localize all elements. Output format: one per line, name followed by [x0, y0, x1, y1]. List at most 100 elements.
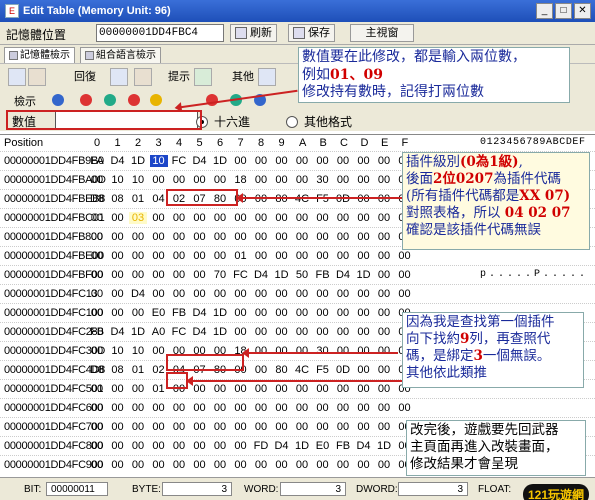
hex-cell[interactable]: 00 — [375, 383, 393, 395]
hex-cell[interactable]: 00 — [355, 174, 373, 186]
hex-cell[interactable]: 00 — [314, 231, 332, 243]
hex-cell[interactable]: 00 — [109, 250, 127, 262]
hex-cell[interactable]: 00 — [314, 459, 332, 471]
minimize-button[interactable]: _ — [536, 3, 553, 19]
hex-cell[interactable]: 00 — [273, 383, 291, 395]
hex-cell[interactable]: 00 — [88, 174, 106, 186]
hex-cell[interactable]: 00 — [88, 231, 106, 243]
hex-cell[interactable]: 00 — [293, 174, 311, 186]
hex-cell[interactable]: 00 — [129, 459, 147, 471]
hex-cell[interactable]: 00 — [293, 250, 311, 262]
hex-cell[interactable]: 00 — [252, 250, 270, 262]
hex-cell[interactable]: 10 — [129, 345, 147, 357]
hex-cell[interactable]: 00 — [252, 174, 270, 186]
hex-cell[interactable]: 30 — [314, 345, 332, 357]
hex-cell[interactable]: 00 — [355, 421, 373, 433]
hex-cell[interactable]: 1D — [355, 269, 373, 281]
hex-cell[interactable]: 00 — [88, 383, 106, 395]
hex-cell[interactable]: 70 — [211, 269, 229, 281]
hex-cell[interactable]: 00 — [293, 212, 311, 224]
tool-icon-2[interactable] — [28, 68, 46, 86]
hint-button[interactable]: 提示 — [168, 69, 190, 85]
address-input[interactable]: 00000001DD4FBC4 — [96, 24, 224, 42]
hex-cell[interactable]: 00 — [293, 288, 311, 300]
hex-cell[interactable]: 00 — [273, 459, 291, 471]
hex-cell[interactable]: 00 — [314, 326, 332, 338]
hex-cell[interactable]: 00 — [211, 402, 229, 414]
hex-cell[interactable]: 00 — [355, 250, 373, 262]
hex-cell[interactable]: 10 — [109, 345, 127, 357]
hex-cell[interactable]: 00 — [355, 212, 373, 224]
hex-cell[interactable]: 00 — [88, 288, 106, 300]
hex-cell[interactable]: 00 — [150, 174, 168, 186]
hex-cell[interactable]: 00 — [109, 269, 127, 281]
hex-cell[interactable]: FB — [170, 307, 188, 319]
hex-cell[interactable]: 00 — [232, 288, 250, 300]
hex-cell[interactable]: 00 — [375, 231, 393, 243]
hex-cell[interactable]: FA — [88, 155, 106, 167]
hex-cell[interactable]: 00 — [252, 193, 270, 205]
hex-cell[interactable]: 00 — [252, 307, 270, 319]
hex-cell[interactable]: 00 — [170, 402, 188, 414]
hex-cell[interactable]: FC — [170, 155, 188, 167]
hex-cell[interactable]: 00 — [355, 231, 373, 243]
hex-cell[interactable]: 00 — [375, 174, 393, 186]
hex-cell[interactable]: FB — [314, 269, 332, 281]
hex-cell[interactable]: 00 — [375, 269, 393, 281]
view-icon-3[interactable] — [128, 94, 140, 106]
tool-icon-4[interactable] — [134, 68, 152, 86]
hex-cell[interactable]: 00 — [252, 402, 270, 414]
hex-cell[interactable]: 00 — [314, 212, 332, 224]
hex-cell[interactable]: 00 — [232, 402, 250, 414]
view-icon-4[interactable] — [150, 94, 162, 106]
hex-cell[interactable]: 00 — [88, 402, 106, 414]
hex-cell[interactable]: 1D — [375, 440, 393, 452]
hex-cell[interactable]: 00 — [375, 459, 393, 471]
hex-cell[interactable]: 00 — [211, 288, 229, 300]
hex-cell[interactable]: 00 — [88, 345, 106, 357]
hex-cell[interactable]: 00 — [293, 402, 311, 414]
hex-cell[interactable]: 00 — [355, 459, 373, 471]
hex-cell[interactable]: E0 — [150, 307, 168, 319]
hex-cell[interactable]: 08 — [109, 364, 127, 376]
hex-cell[interactable]: 00 — [375, 250, 393, 262]
hex-cell[interactable]: 00 — [293, 155, 311, 167]
hex-cell[interactable]: 00 — [191, 174, 209, 186]
hex-cell[interactable]: 00 — [252, 364, 270, 376]
hex-cell[interactable]: 00 — [232, 155, 250, 167]
hex-cell[interactable]: 00 — [355, 345, 373, 357]
hex-cell[interactable]: 00 — [396, 250, 414, 262]
hex-cell[interactable]: 00 — [273, 345, 291, 357]
hex-cell[interactable]: 00 — [211, 212, 229, 224]
hex-cell[interactable]: 00 — [334, 155, 352, 167]
hex-cell[interactable]: 00 — [273, 174, 291, 186]
hex-cell[interactable]: 00 — [314, 250, 332, 262]
hex-cell[interactable]: 00 — [88, 212, 106, 224]
hex-cell[interactable]: 10 — [149, 155, 168, 167]
hex-cell[interactable]: 00 — [375, 193, 393, 205]
hex-cell[interactable]: 00 — [334, 402, 352, 414]
hex-cell[interactable]: 50 — [293, 269, 311, 281]
hex-cell[interactable]: FB — [88, 326, 106, 338]
view-icon-a[interactable] — [52, 94, 64, 106]
hex-cell[interactable]: 00 — [191, 288, 209, 300]
hex-cell[interactable]: D4 — [355, 440, 373, 452]
hex-cell[interactable]: 00 — [211, 174, 229, 186]
hex-cell[interactable]: 00 — [109, 231, 127, 243]
hex-cell[interactable]: 1D — [211, 307, 229, 319]
hex-cell[interactable]: 10 — [129, 174, 147, 186]
hex-cell[interactable]: 30 — [314, 174, 332, 186]
hex-cell[interactable]: 00 — [191, 231, 209, 243]
hex-cell[interactable]: 00 — [355, 326, 373, 338]
hex-cell[interactable]: 00 — [273, 250, 291, 262]
hex-cell[interactable]: 00 — [252, 155, 270, 167]
hex-cell[interactable]: 00 — [375, 345, 393, 357]
hex-cell[interactable]: 00 — [375, 212, 393, 224]
hex-cell[interactable]: 00 — [88, 459, 106, 471]
hex-cell[interactable]: D8 — [88, 193, 106, 205]
tool-icon-6[interactable] — [258, 68, 276, 86]
hex-cell[interactable]: 00 — [232, 383, 250, 395]
hex-cell[interactable]: 00 — [273, 212, 291, 224]
hex-cell[interactable]: 00 — [211, 421, 229, 433]
hex-cell[interactable]: 00 — [170, 288, 188, 300]
